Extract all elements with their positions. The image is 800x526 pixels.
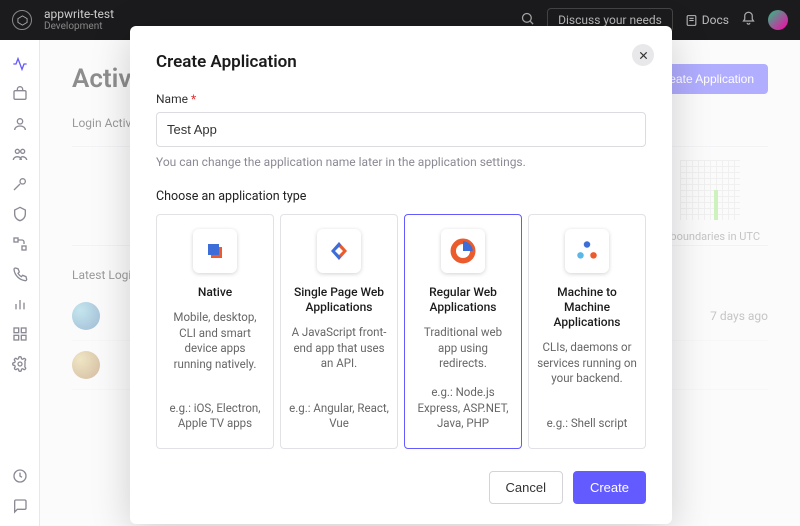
application-type-grid: Native Mobile, desktop, CLI and smart de…	[156, 214, 646, 449]
sidebar-item-phone[interactable]	[12, 266, 28, 282]
create-button[interactable]: Create	[573, 471, 646, 504]
name-helper-text: You can change the application name late…	[156, 155, 646, 169]
type-example: e.g.: Shell script	[547, 416, 628, 432]
regular-web-icon	[441, 229, 485, 273]
type-card-native[interactable]: Native Mobile, desktop, CLI and smart de…	[156, 214, 274, 449]
project-name: appwrite-test	[44, 8, 114, 21]
type-example: e.g.: iOS, Electron, Apple TV apps	[165, 401, 265, 432]
sidebar-item-chat[interactable]	[12, 498, 28, 514]
type-card-m2m[interactable]: Machine to Machine Applications CLIs, da…	[528, 214, 646, 449]
sidebar-item-apps[interactable]	[12, 326, 28, 342]
docs-link[interactable]: Docs	[685, 13, 729, 27]
type-desc: A JavaScript front-end app that uses an …	[289, 325, 389, 372]
type-card-regular-web[interactable]: Regular Web Applications Traditional web…	[404, 214, 522, 449]
native-icon	[193, 229, 237, 273]
appwrite-logo[interactable]	[12, 10, 32, 30]
sidebar	[0, 40, 40, 526]
sidebar-item-analytics[interactable]	[12, 296, 28, 312]
type-desc: Traditional web app using redirects.	[413, 325, 513, 372]
sidebar-item-users[interactable]	[12, 86, 28, 102]
name-input[interactable]	[156, 112, 646, 147]
type-title: Single Page Web Applications	[289, 285, 389, 315]
modal-actions: Cancel Create	[156, 471, 646, 504]
project-switcher[interactable]: appwrite-test Development	[44, 8, 114, 32]
modal-title: Create Application	[156, 52, 646, 72]
sidebar-item-shield[interactable]	[12, 206, 28, 222]
close-icon[interactable]	[632, 44, 654, 66]
name-field-label: Name*	[156, 92, 646, 106]
create-application-modal: Create Application Name* You can change …	[130, 26, 672, 524]
sidebar-item-activity[interactable]	[12, 56, 28, 72]
type-title: Regular Web Applications	[413, 285, 513, 315]
sidebar-item-settings[interactable]	[12, 356, 28, 372]
sidebar-item-org[interactable]	[12, 146, 28, 162]
type-desc: CLIs, daemons or services running on you…	[537, 340, 637, 387]
required-indicator: *	[191, 92, 196, 106]
type-title: Machine to Machine Applications	[537, 285, 637, 330]
m2m-icon	[565, 229, 609, 273]
docs-label: Docs	[702, 13, 729, 27]
sidebar-item-key[interactable]	[12, 176, 28, 192]
project-environment: Development	[44, 21, 114, 32]
type-title: Native	[198, 285, 232, 300]
type-example: e.g.: Angular, React, Vue	[289, 401, 389, 432]
user-avatar[interactable]	[768, 10, 788, 30]
sidebar-item-user[interactable]	[12, 116, 28, 132]
type-card-spa[interactable]: Single Page Web Applications A JavaScrip…	[280, 214, 398, 449]
application-type-label: Choose an application type	[156, 189, 646, 204]
cancel-button[interactable]: Cancel	[489, 471, 563, 504]
type-example: e.g.: Node.js Express, ASP.NET, Java, PH…	[413, 385, 513, 432]
docs-icon	[685, 14, 698, 27]
sidebar-item-flow[interactable]	[12, 236, 28, 252]
spa-icon	[317, 229, 361, 273]
type-desc: Mobile, desktop, CLI and smart device ap…	[165, 310, 265, 372]
sidebar-item-history[interactable]	[12, 468, 28, 484]
notifications-icon[interactable]	[741, 11, 756, 29]
